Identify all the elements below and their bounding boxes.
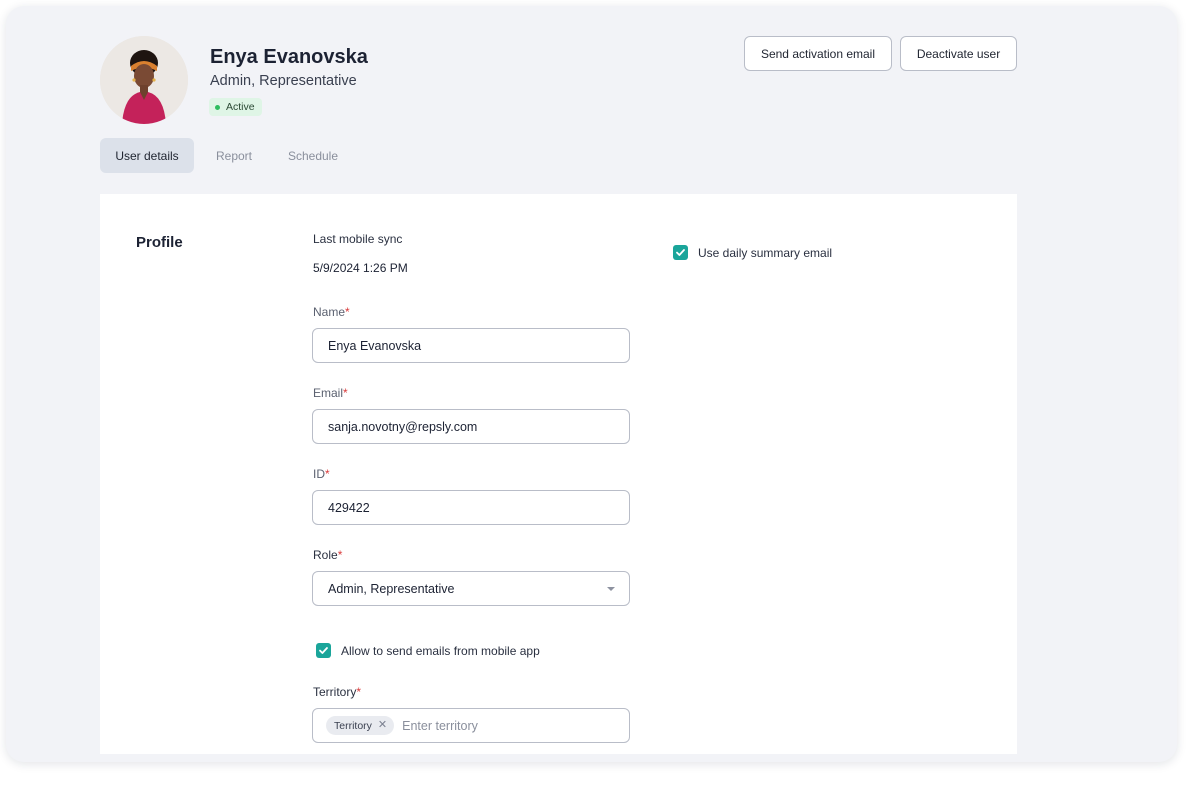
required-mark: * — [356, 685, 362, 699]
status-badge: Active — [209, 98, 262, 116]
email-label-text: Email — [313, 386, 344, 400]
role-label-text: Role — [313, 548, 338, 562]
daily-summary-checkbox-row[interactable]: Use daily summary email — [673, 245, 832, 260]
tab-schedule[interactable]: Schedule — [278, 138, 348, 173]
territory-label-text: Territory — [313, 685, 357, 699]
allow-emails-label: Allow to send emails from mobile app — [341, 643, 540, 658]
territory-chip-label: Territory — [334, 719, 372, 732]
last-sync-label: Last mobile sync — [313, 232, 403, 246]
email-input-value: sanja.novotny@repsly.com — [328, 419, 478, 434]
required-mark: * — [345, 305, 350, 319]
email-input[interactable]: sanja.novotny@repsly.com — [312, 409, 630, 444]
required-mark: * — [337, 548, 343, 562]
user-photo-icon — [100, 36, 188, 124]
section-title: Profile — [136, 234, 183, 251]
required-mark: * — [325, 467, 330, 481]
last-sync-value: 5/9/2024 1:26 PM — [313, 261, 408, 275]
territory-placeholder: Enter territory — [402, 718, 478, 733]
send-activation-email-button[interactable]: Send activation email — [744, 36, 892, 71]
role-label: Role* — [313, 548, 342, 562]
name-input[interactable]: Enya Evanovska — [312, 328, 630, 363]
required-mark: * — [343, 386, 348, 400]
id-label: ID* — [313, 467, 330, 481]
name-label-text: Name — [313, 305, 346, 319]
status-dot-icon — [215, 104, 220, 110]
profile-panel: Profile Last mobile sync 5/9/2024 1:26 P… — [100, 194, 1017, 754]
tab-user-details[interactable]: User details — [100, 138, 194, 173]
close-icon[interactable]: ✕ — [378, 720, 387, 731]
deactivate-user-button[interactable]: Deactivate user — [900, 36, 1017, 71]
user-roles: Admin, Representative — [210, 73, 357, 89]
check-icon — [319, 647, 328, 654]
id-input-value: 429422 — [328, 500, 370, 515]
allow-emails-checkbox-row[interactable]: Allow to send emails from mobile app — [316, 643, 540, 658]
email-label: Email* — [313, 386, 348, 400]
daily-summary-checkbox[interactable] — [673, 245, 688, 260]
id-input[interactable]: 429422 — [312, 490, 630, 525]
daily-summary-label: Use daily summary email — [698, 245, 833, 260]
user-name: Enya Evanovska — [210, 46, 368, 68]
allow-emails-checkbox[interactable] — [316, 643, 331, 658]
name-input-value: Enya Evanovska — [328, 338, 422, 353]
territory-input[interactable]: Territory ✕ Enter territory — [312, 708, 630, 743]
territory-chip: Territory ✕ — [326, 716, 395, 735]
id-label-text: ID — [313, 467, 325, 481]
territory-label: Territory* — [313, 685, 361, 699]
name-label: Name* — [313, 305, 350, 319]
avatar — [100, 36, 188, 124]
tab-report[interactable]: Report — [206, 138, 262, 173]
role-select[interactable]: Admin, Representative — [312, 571, 630, 606]
chevron-down-icon — [607, 586, 615, 591]
status-label: Active — [226, 101, 255, 113]
check-icon — [676, 249, 685, 256]
role-select-value: Admin, Representative — [328, 581, 455, 596]
user-card: Enya Evanovska Admin, Representative Act… — [6, 6, 1177, 762]
